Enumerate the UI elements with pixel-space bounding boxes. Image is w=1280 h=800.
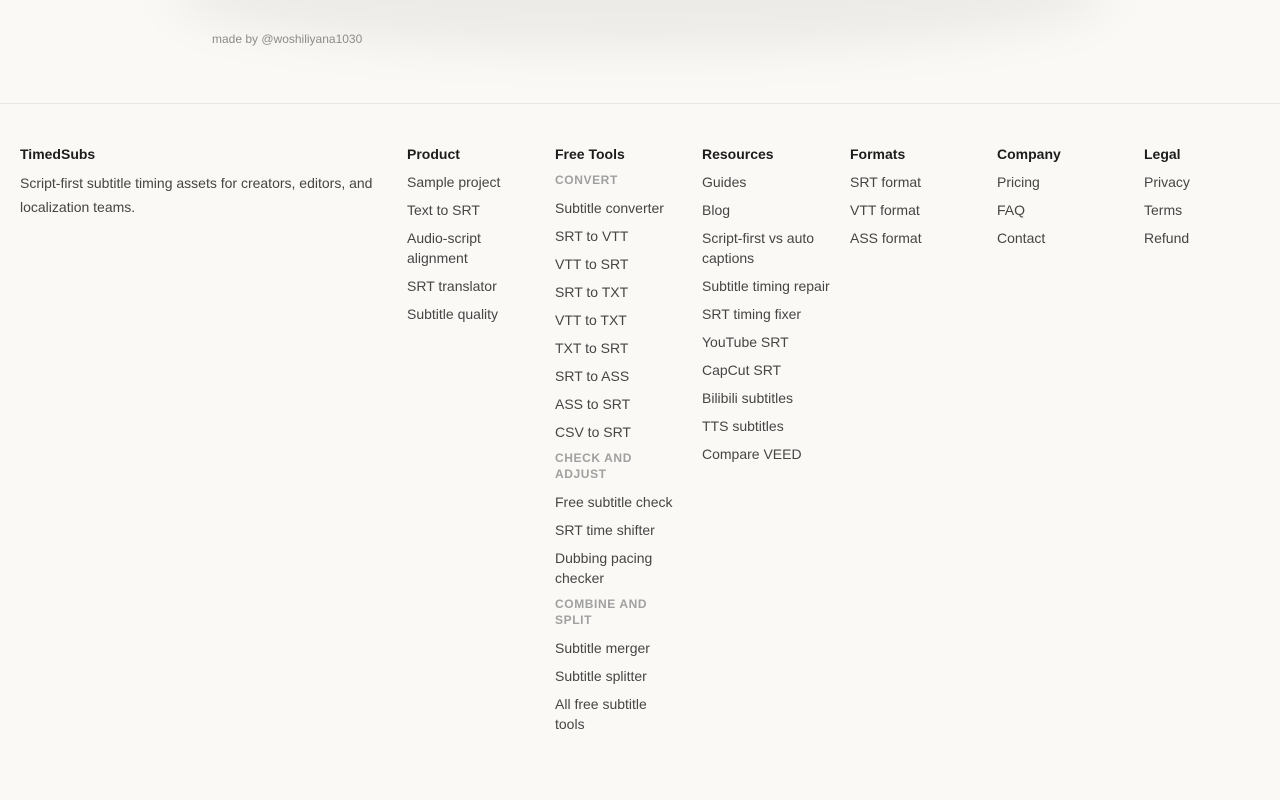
- footer-link-vtt-format[interactable]: VTT format: [850, 200, 970, 220]
- footer-link-blog[interactable]: Blog: [702, 200, 830, 220]
- group-label-check-and-adjust: CHECK AND ADJUST: [555, 451, 632, 481]
- footer-column-legal: Legal Privacy Terms Refund: [1144, 144, 1264, 256]
- footer-column-formats: Formats SRT format VTT format ASS format: [850, 144, 970, 256]
- footer-link-subtitle-converter[interactable]: Subtitle converter: [555, 198, 680, 218]
- footer-link-srt-to-ass[interactable]: SRT to ASS: [555, 366, 680, 386]
- footer-link-refund[interactable]: Refund: [1144, 228, 1264, 248]
- formats-heading: Formats: [850, 146, 906, 162]
- footer-link-txt-to-srt[interactable]: TXT to SRT: [555, 338, 680, 358]
- footer-link-capcut-srt[interactable]: CapCut SRT: [702, 360, 830, 380]
- footer-link-audio-script-alignment[interactable]: Audio-script alignment: [407, 228, 527, 268]
- footer-link-free-subtitle-check[interactable]: Free subtitle check: [555, 492, 680, 512]
- resources-heading: Resources: [702, 146, 774, 162]
- footer-link-subtitle-splitter[interactable]: Subtitle splitter: [555, 666, 680, 686]
- resources-links: Guides Blog Script-first vs auto caption…: [702, 172, 830, 464]
- footer-link-contact[interactable]: Contact: [997, 228, 1117, 248]
- legal-links: Privacy Terms Refund: [1144, 172, 1264, 248]
- footer-link-ass-format[interactable]: ASS format: [850, 228, 970, 248]
- company-heading: Company: [997, 146, 1061, 162]
- footer-link-subtitle-timing-repair[interactable]: Subtitle timing repair: [702, 276, 830, 296]
- footer-link-guides[interactable]: Guides: [702, 172, 830, 192]
- footer-column-free-tools: Free Tools CONVERT Subtitle converter SR…: [555, 144, 680, 742]
- footer-link-dubbing-pacing-checker[interactable]: Dubbing pacing checker: [555, 548, 680, 588]
- free-tools-links: CONVERT Subtitle converter SRT to VTT VT…: [555, 172, 680, 734]
- brand-description: Script-first subtitle timing assets for …: [20, 175, 373, 215]
- footer-link-vtt-to-srt[interactable]: VTT to SRT: [555, 254, 680, 274]
- footer-column-resources: Resources Guides Blog Script-first vs au…: [702, 144, 830, 472]
- footer-link-youtube-srt[interactable]: YouTube SRT: [702, 332, 830, 352]
- brand-name[interactable]: TimedSubs: [20, 144, 390, 164]
- footer-link-srt-to-txt[interactable]: SRT to TXT: [555, 282, 680, 302]
- footer-link-all-free-subtitle-tools[interactable]: All free subtitle tools: [555, 694, 680, 734]
- footer-brand: TimedSubs Script-first subtitle timing a…: [20, 144, 390, 219]
- footer-link-csv-to-srt[interactable]: CSV to SRT: [555, 422, 680, 442]
- footer-link-sample-project[interactable]: Sample project: [407, 172, 527, 192]
- footer-column-company: Company Pricing FAQ Contact: [997, 144, 1117, 256]
- company-links: Pricing FAQ Contact: [997, 172, 1117, 248]
- footer-link-subtitle-merger[interactable]: Subtitle merger: [555, 638, 680, 658]
- footer-link-subtitle-quality[interactable]: Subtitle quality: [407, 304, 527, 324]
- footer-link-srt-time-shifter[interactable]: SRT time shifter: [555, 520, 680, 540]
- group-label-convert: CONVERT: [555, 173, 618, 187]
- group-label-combine-and-split: COMBINE AND SPLIT: [555, 597, 648, 627]
- footer-divider: [0, 103, 1280, 104]
- formats-links: SRT format VTT format ASS format: [850, 172, 970, 248]
- made-by-credit[interactable]: made by @woshiliyana1030: [212, 31, 362, 47]
- legal-heading: Legal: [1144, 146, 1181, 162]
- footer-link-srt-format[interactable]: SRT format: [850, 172, 970, 192]
- footer-link-pricing[interactable]: Pricing: [997, 172, 1117, 192]
- footer-link-text-to-srt[interactable]: Text to SRT: [407, 200, 527, 220]
- footer-link-compare-veed[interactable]: Compare VEED: [702, 444, 830, 464]
- footer-link-srt-timing-fixer[interactable]: SRT timing fixer: [702, 304, 830, 324]
- footer-column-product: Product Sample project Text to SRT Audio…: [407, 144, 527, 332]
- footer-link-privacy[interactable]: Privacy: [1144, 172, 1264, 192]
- previous-section-bottom: made by @woshiliyana1030: [0, 0, 1280, 104]
- footer-link-tts-subtitles[interactable]: TTS subtitles: [702, 416, 830, 436]
- footer-link-vtt-to-txt[interactable]: VTT to TXT: [555, 310, 680, 330]
- product-heading: Product: [407, 146, 460, 162]
- footer-link-terms[interactable]: Terms: [1144, 200, 1264, 220]
- free-tools-heading: Free Tools: [555, 146, 625, 162]
- footer-link-ass-to-srt[interactable]: ASS to SRT: [555, 394, 680, 414]
- footer-link-bilibili-subtitles[interactable]: Bilibili subtitles: [702, 388, 830, 408]
- footer-link-srt-to-vtt[interactable]: SRT to VTT: [555, 226, 680, 246]
- footer-link-faq[interactable]: FAQ: [997, 200, 1117, 220]
- footer-link-script-first-vs-auto-captions[interactable]: Script-first vs auto captions: [702, 228, 830, 268]
- product-links: Sample project Text to SRT Audio-script …: [407, 172, 527, 324]
- footer-link-srt-translator[interactable]: SRT translator: [407, 276, 527, 296]
